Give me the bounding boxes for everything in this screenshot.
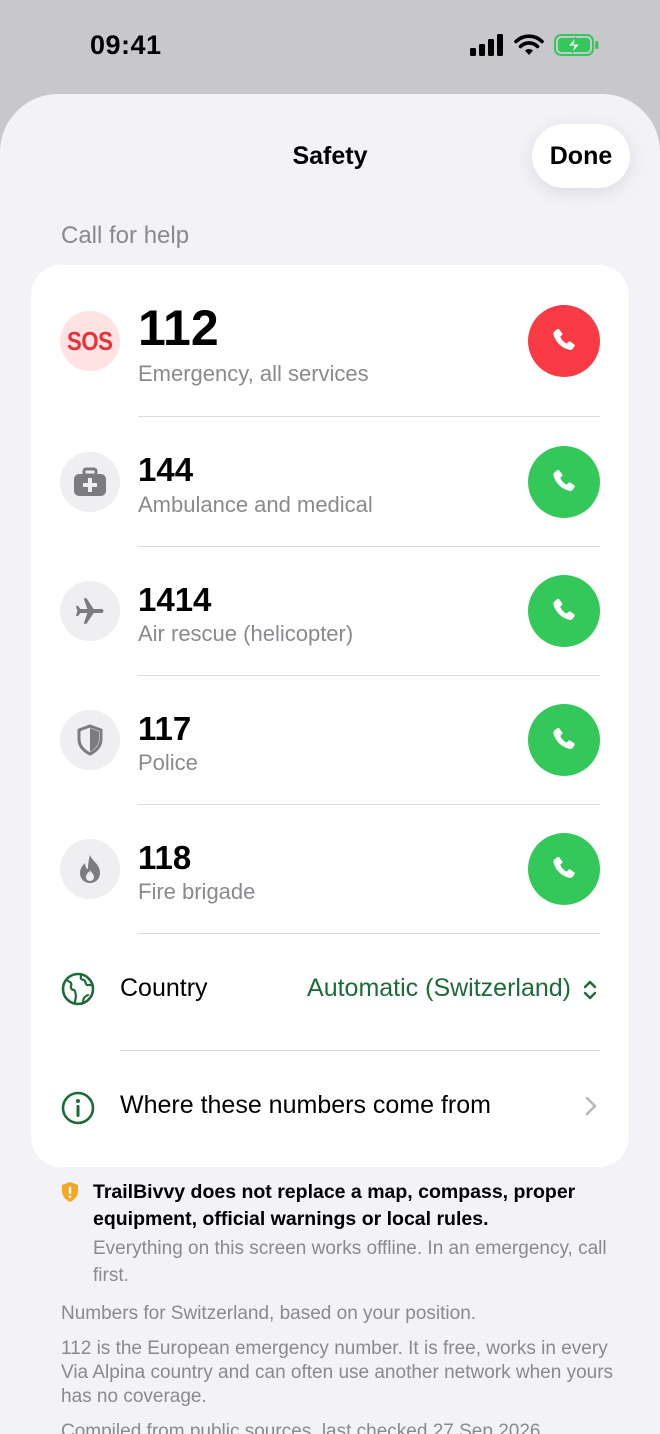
disclaimer-strong-text: TrailBivvy does not replace a map, compa… bbox=[93, 1181, 576, 1230]
emergency-row-118[interactable]: 118 Fire brigade bbox=[31, 805, 629, 934]
call-button-1414[interactable] bbox=[528, 575, 600, 647]
emergency-row-144[interactable]: 144 Ambulance and medical bbox=[31, 417, 629, 546]
safety-sheet: Safety Done Call for help SOS 112 Emerge… bbox=[0, 94, 660, 1434]
call-button-118[interactable] bbox=[528, 833, 600, 905]
emergency-number: 144 bbox=[138, 451, 194, 488]
cellular-signal-icon bbox=[470, 34, 503, 56]
done-button[interactable]: Done bbox=[532, 124, 630, 188]
status-icons bbox=[470, 34, 600, 56]
medical-kit-icon bbox=[60, 452, 120, 512]
country-label: Country bbox=[120, 974, 208, 1002]
wifi-icon bbox=[514, 34, 544, 55]
emergency-numbers-card: SOS 112 Emergency, all services 144 Ambu… bbox=[31, 265, 629, 1167]
emergency-number: 117 bbox=[138, 710, 192, 747]
emergency-description: Emergency, all services bbox=[138, 361, 369, 386]
footer-sources-note: Compiled from public sources, last check… bbox=[61, 1421, 541, 1434]
disclaimer-sub-text: Everything on this screen works offline.… bbox=[93, 1238, 607, 1286]
sos-icon: SOS bbox=[60, 311, 120, 371]
airplane-icon bbox=[60, 581, 120, 641]
emergency-description: Fire brigade bbox=[138, 879, 256, 904]
emergency-description: Air rescue (helicopter) bbox=[138, 621, 354, 646]
globe-icon bbox=[61, 972, 95, 1006]
emergency-description: Police bbox=[138, 750, 198, 775]
status-bar: 09:41 bbox=[0, 0, 660, 96]
emergency-row-112[interactable]: SOS 112 Emergency, all services bbox=[31, 265, 629, 394]
emergency-row-1414[interactable]: 1414 Air rescue (helicopter) bbox=[31, 547, 629, 676]
emergency-number: 112 bbox=[138, 300, 219, 356]
phone-icon bbox=[553, 598, 575, 620]
status-time: 09:41 bbox=[90, 30, 162, 60]
warning-shield-icon bbox=[62, 1182, 78, 1202]
numbers-source-label: Where these numbers come from bbox=[120, 1091, 491, 1119]
emergency-description: Ambulance and medical bbox=[138, 492, 373, 517]
info-icon bbox=[61, 1091, 95, 1125]
numbers-source-row[interactable]: Where these numbers come from bbox=[31, 1051, 629, 1169]
shield-icon bbox=[60, 710, 120, 770]
phone-icon bbox=[553, 469, 575, 491]
flame-icon bbox=[60, 839, 120, 899]
call-button-117[interactable] bbox=[528, 704, 600, 776]
phone-icon bbox=[553, 727, 575, 749]
call-button-144[interactable] bbox=[528, 446, 600, 518]
call-button-112[interactable] bbox=[528, 305, 600, 377]
battery-charging-icon bbox=[554, 34, 599, 56]
emergency-row-117[interactable]: 117 Police bbox=[31, 676, 629, 805]
sos-icon-text: SOS bbox=[67, 325, 113, 356]
country-picker-row[interactable]: Country Automatic (Switzerland) bbox=[31, 934, 629, 1052]
emergency-number: 1414 bbox=[138, 581, 212, 618]
chevron-up-down-icon bbox=[583, 980, 597, 1000]
footer-country-note: Numbers for Switzerland, based on your p… bbox=[61, 1303, 477, 1324]
emergency-number: 118 bbox=[138, 839, 192, 876]
section-header: Call for help bbox=[61, 222, 190, 249]
phone-icon bbox=[553, 856, 575, 878]
footer-112-note: 112 is the European emergency number. It… bbox=[61, 1338, 614, 1407]
phone-icon bbox=[553, 328, 575, 350]
chevron-right-icon bbox=[585, 1096, 597, 1116]
country-value[interactable]: Automatic (Switzerland) bbox=[307, 974, 571, 1003]
